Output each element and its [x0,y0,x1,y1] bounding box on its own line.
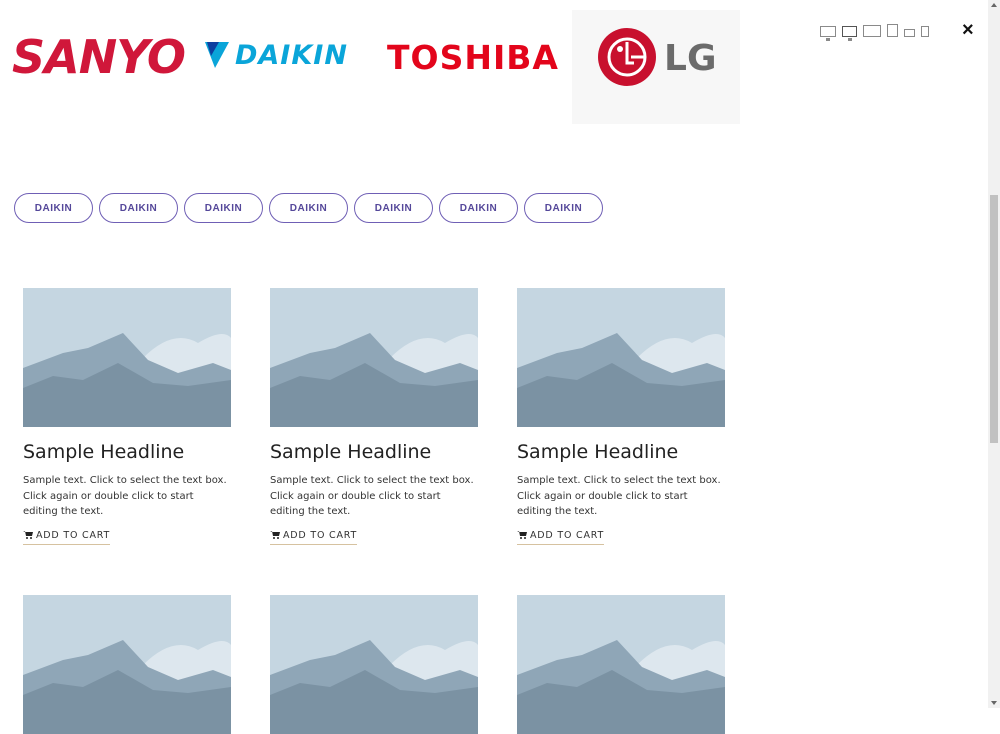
scroll-down-icon[interactable] [991,701,997,705]
add-to-cart-label: ADD TO CART [530,529,605,541]
scrollbar[interactable] [988,0,1000,708]
phone-landscape-icon[interactable] [904,29,915,37]
cart-icon [270,531,280,539]
laptop-icon[interactable] [863,25,881,37]
product-image-placeholder[interactable] [270,595,478,734]
product-description: Sample text. Click to select the text bo… [23,475,227,517]
product-card [517,595,725,734]
device-toolbar [820,24,929,41]
lg-wordmark: LG [664,38,717,79]
filter-pill-daikin[interactable]: DAIKIN [354,193,433,223]
product-image-placeholder[interactable] [517,288,725,427]
daikin-logo: DAIKIN [205,39,348,71]
daikin-wordmark: DAIKIN [235,39,348,71]
add-to-cart-button[interactable]: ADD TO CART [23,529,111,545]
cart-icon [23,531,33,539]
desktop-icon[interactable] [842,26,857,41]
lg-emblem-icon [598,28,656,86]
product-headline: Sample Headline [23,441,185,463]
product-headline: Sample Headline [270,441,432,463]
product-image-placeholder[interactable] [23,288,231,427]
product-card [23,595,231,734]
filter-pill-daikin[interactable]: DAIKIN [99,193,178,223]
product-headline: Sample Headline [517,441,679,463]
product-card: Sample Headline Sample text. Click to se… [23,288,231,545]
cart-icon [517,531,527,539]
product-description: Sample text. Click to select the text bo… [270,475,474,517]
product-card: Sample Headline Sample text. Click to se… [517,288,725,545]
lg-logo: LG [572,10,740,124]
add-to-cart-button[interactable]: ADD TO CART [517,529,605,545]
product-description: Sample text. Click to select the text bo… [517,475,721,517]
product-image-placeholder[interactable] [270,288,478,427]
toshiba-logo: TOSHIBA [387,38,559,77]
close-icon[interactable]: × [962,20,974,40]
product-card [270,595,478,734]
add-to-cart-label: ADD TO CART [283,529,358,541]
scroll-up-icon[interactable] [991,3,997,7]
filter-pill-daikin[interactable]: DAIKIN [184,193,263,223]
product-image-placeholder[interactable] [23,595,231,734]
daikin-mark-icon [205,42,229,68]
filter-pill-daikin[interactable]: DAIKIN [524,193,603,223]
add-to-cart-button[interactable]: ADD TO CART [270,529,358,545]
filter-pill-daikin[interactable]: DAIKIN [269,193,348,223]
filter-pill-daikin[interactable]: DAIKIN [439,193,518,223]
desktop-icon[interactable] [820,26,836,41]
scrollbar-thumb[interactable] [990,195,998,443]
sanyo-logo: SANYO [12,30,186,84]
tablet-icon[interactable] [887,24,898,37]
phone-portrait-icon[interactable] [921,26,929,37]
product-card: Sample Headline Sample text. Click to se… [270,288,478,545]
filter-pill-daikin[interactable]: DAIKIN [14,193,93,223]
product-image-placeholder[interactable] [517,595,725,734]
add-to-cart-label: ADD TO CART [36,529,111,541]
brand-filter-pills: DAIKIN DAIKIN DAIKIN DAIKIN DAIKIN DAIKI… [14,193,603,223]
